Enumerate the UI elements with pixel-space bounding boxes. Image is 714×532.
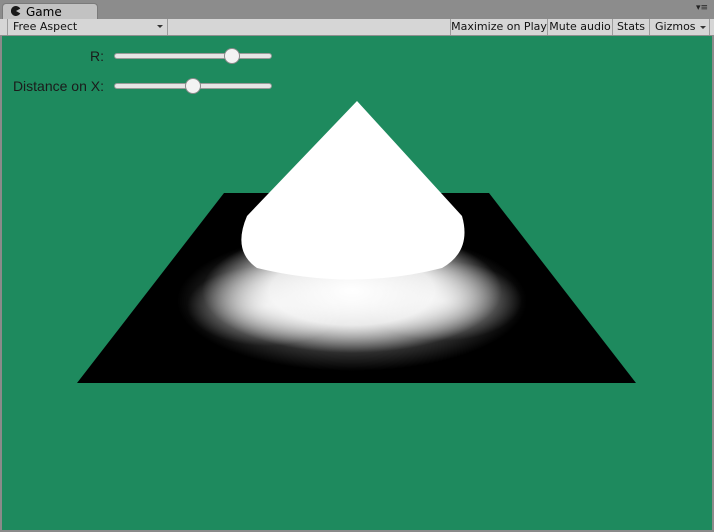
chevron-down-icon	[157, 25, 163, 28]
chevron-down-icon	[700, 26, 706, 29]
pacman-icon	[11, 6, 21, 16]
distance-x-slider[interactable]	[114, 78, 272, 94]
game-viewport[interactable]: R: Distance on X:	[2, 36, 712, 530]
gizmos-dropdown[interactable]: Gizmos	[649, 19, 710, 35]
tab-game[interactable]: Game	[2, 3, 98, 20]
gizmos-label: Gizmos	[655, 20, 696, 33]
r-slider-label: R:	[90, 48, 104, 64]
stats-button[interactable]: Stats	[612, 19, 649, 35]
distance-x-slider-thumb[interactable]	[185, 78, 201, 94]
r-slider-thumb[interactable]	[224, 48, 240, 64]
aspect-dropdown[interactable]: Free Aspect	[7, 19, 168, 35]
mute-audio-button[interactable]: Mute audio	[547, 19, 612, 35]
game-toolbar: Free Aspect Maximize on Play Mute audio …	[0, 19, 714, 36]
maximize-on-play-button[interactable]: Maximize on Play	[450, 19, 547, 35]
tab-label: Game	[26, 5, 62, 19]
scene-render	[2, 36, 712, 530]
aspect-label: Free Aspect	[13, 20, 78, 33]
distance-x-slider-label: Distance on X:	[12, 78, 104, 94]
tab-bar: Game ▾≡	[0, 0, 714, 20]
r-slider[interactable]	[114, 48, 272, 64]
window-menu-icon[interactable]: ▾≡	[696, 3, 710, 13]
